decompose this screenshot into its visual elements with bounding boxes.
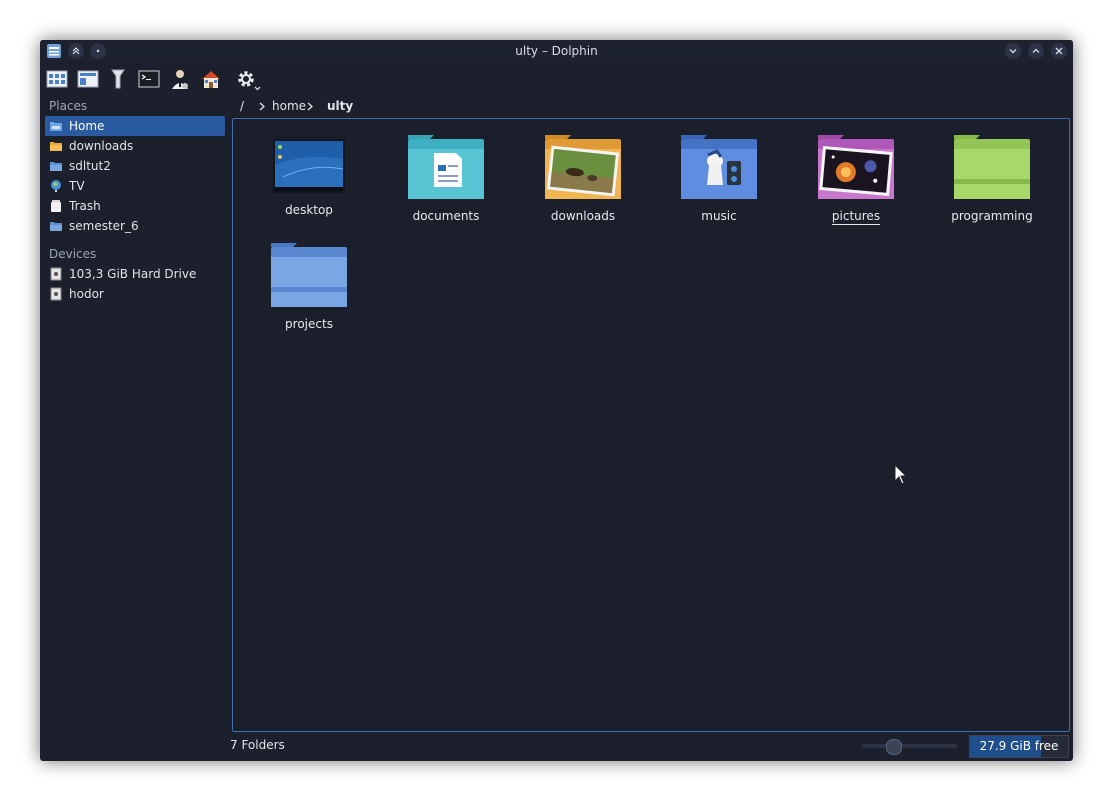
item-label: music [701,209,737,223]
item-label: projects [285,317,333,331]
place-label: TV [69,179,85,193]
folder-item-projects[interactable]: projects [244,243,374,343]
folder-icon [50,162,62,171]
split-view-icon[interactable] [77,68,99,90]
place-semester-6[interactable]: semester_6 [45,216,225,236]
dolphin-window: ulty – Dolphin Places Home downloads sdl… [40,40,1073,761]
folder-downloads-icon [50,142,62,151]
terminal-icon[interactable] [138,68,160,90]
icon-view-icon[interactable] [46,68,68,90]
close-button[interactable] [1051,43,1067,59]
folder-count-status: 7 Folders [230,738,285,752]
projects-folder-icon [271,243,347,307]
place-home[interactable]: Home [45,116,225,136]
item-label: desktop [285,203,333,217]
places-section-title: Places [49,99,88,113]
item-label: downloads [550,209,616,223]
file-view[interactable]: desktop documents downloads music pictur… [232,118,1070,732]
music-folder-icon [681,135,757,199]
home-icon[interactable] [200,68,222,90]
folder-item-programming[interactable]: programming [927,135,1057,235]
mouse-cursor-icon [894,464,908,485]
device-label: hodor [69,287,104,301]
folder-item-music[interactable]: music [654,135,784,235]
folder-item-downloads[interactable]: downloads [518,135,648,235]
folder-item-desktop[interactable]: desktop [244,135,374,235]
device-hard-drive[interactable]: 103,3 GiB Hard Drive [45,264,225,284]
status-bar: 7 Folders 27.9 GiB free [40,734,1073,758]
breadcrumb-home[interactable]: home [272,96,306,116]
hard-drive-icon [50,287,62,301]
breadcrumb-root[interactable]: / [240,96,244,116]
chevron-up-icon [1032,48,1040,53]
home-folder-icon [50,122,62,131]
toolbar [40,62,1073,94]
place-label: downloads [69,139,134,153]
trash-icon [51,200,61,212]
pictures-folder-icon [818,135,894,199]
item-label: documents [412,209,480,223]
device-hodor[interactable]: hodor [45,284,225,304]
filter-icon[interactable] [107,68,129,90]
device-label: 103,3 GiB Hard Drive [69,267,197,281]
chevron-right-icon[interactable] [258,102,266,111]
folder-item-pictures[interactable]: pictures [791,135,921,235]
free-space-indicator[interactable]: 27.9 GiB free [969,735,1069,758]
devices-section-title: Devices [49,247,97,261]
place-label: Home [69,119,105,133]
title-bar[interactable]: ulty – Dolphin [40,40,1073,62]
item-label: pictures [831,209,881,225]
folder-item-documents[interactable]: documents [381,135,511,235]
chevron-down-icon [1009,49,1017,54]
breadcrumb: / home ulty [232,96,1062,116]
free-space-label: 27.9 GiB free [979,739,1059,753]
downloads-folder-icon [545,135,621,199]
folder-icon [50,222,62,231]
desktop-folder-icon [273,139,345,193]
user-admin-icon[interactable] [169,68,191,90]
place-label: Trash [69,199,101,213]
place-tv[interactable]: TV [45,176,225,196]
close-icon [1055,47,1063,55]
zoom-slider-handle[interactable] [886,739,902,755]
place-trash[interactable]: Trash [45,196,225,216]
minimize-button[interactable] [1005,43,1021,59]
zoom-slider[interactable] [862,739,957,755]
place-label: sdltut2 [69,159,111,173]
maximize-button[interactable] [1028,43,1044,59]
programming-folder-icon [954,135,1030,199]
settings-gear-icon[interactable] [235,68,261,92]
place-label: semester_6 [69,219,139,233]
place-downloads[interactable]: downloads [45,136,225,156]
chevron-right-icon[interactable] [306,102,314,111]
place-sdltut2[interactable]: sdltut2 [45,156,225,176]
network-globe-icon [51,180,61,192]
item-label: programming [951,209,1033,223]
places-panel: Places Home downloads sdltut2 TV Trash s… [45,96,225,756]
window-title: ulty – Dolphin [515,44,598,58]
documents-folder-icon [408,135,484,199]
hard-drive-icon [50,267,62,281]
breadcrumb-current[interactable]: ulty [327,96,353,116]
